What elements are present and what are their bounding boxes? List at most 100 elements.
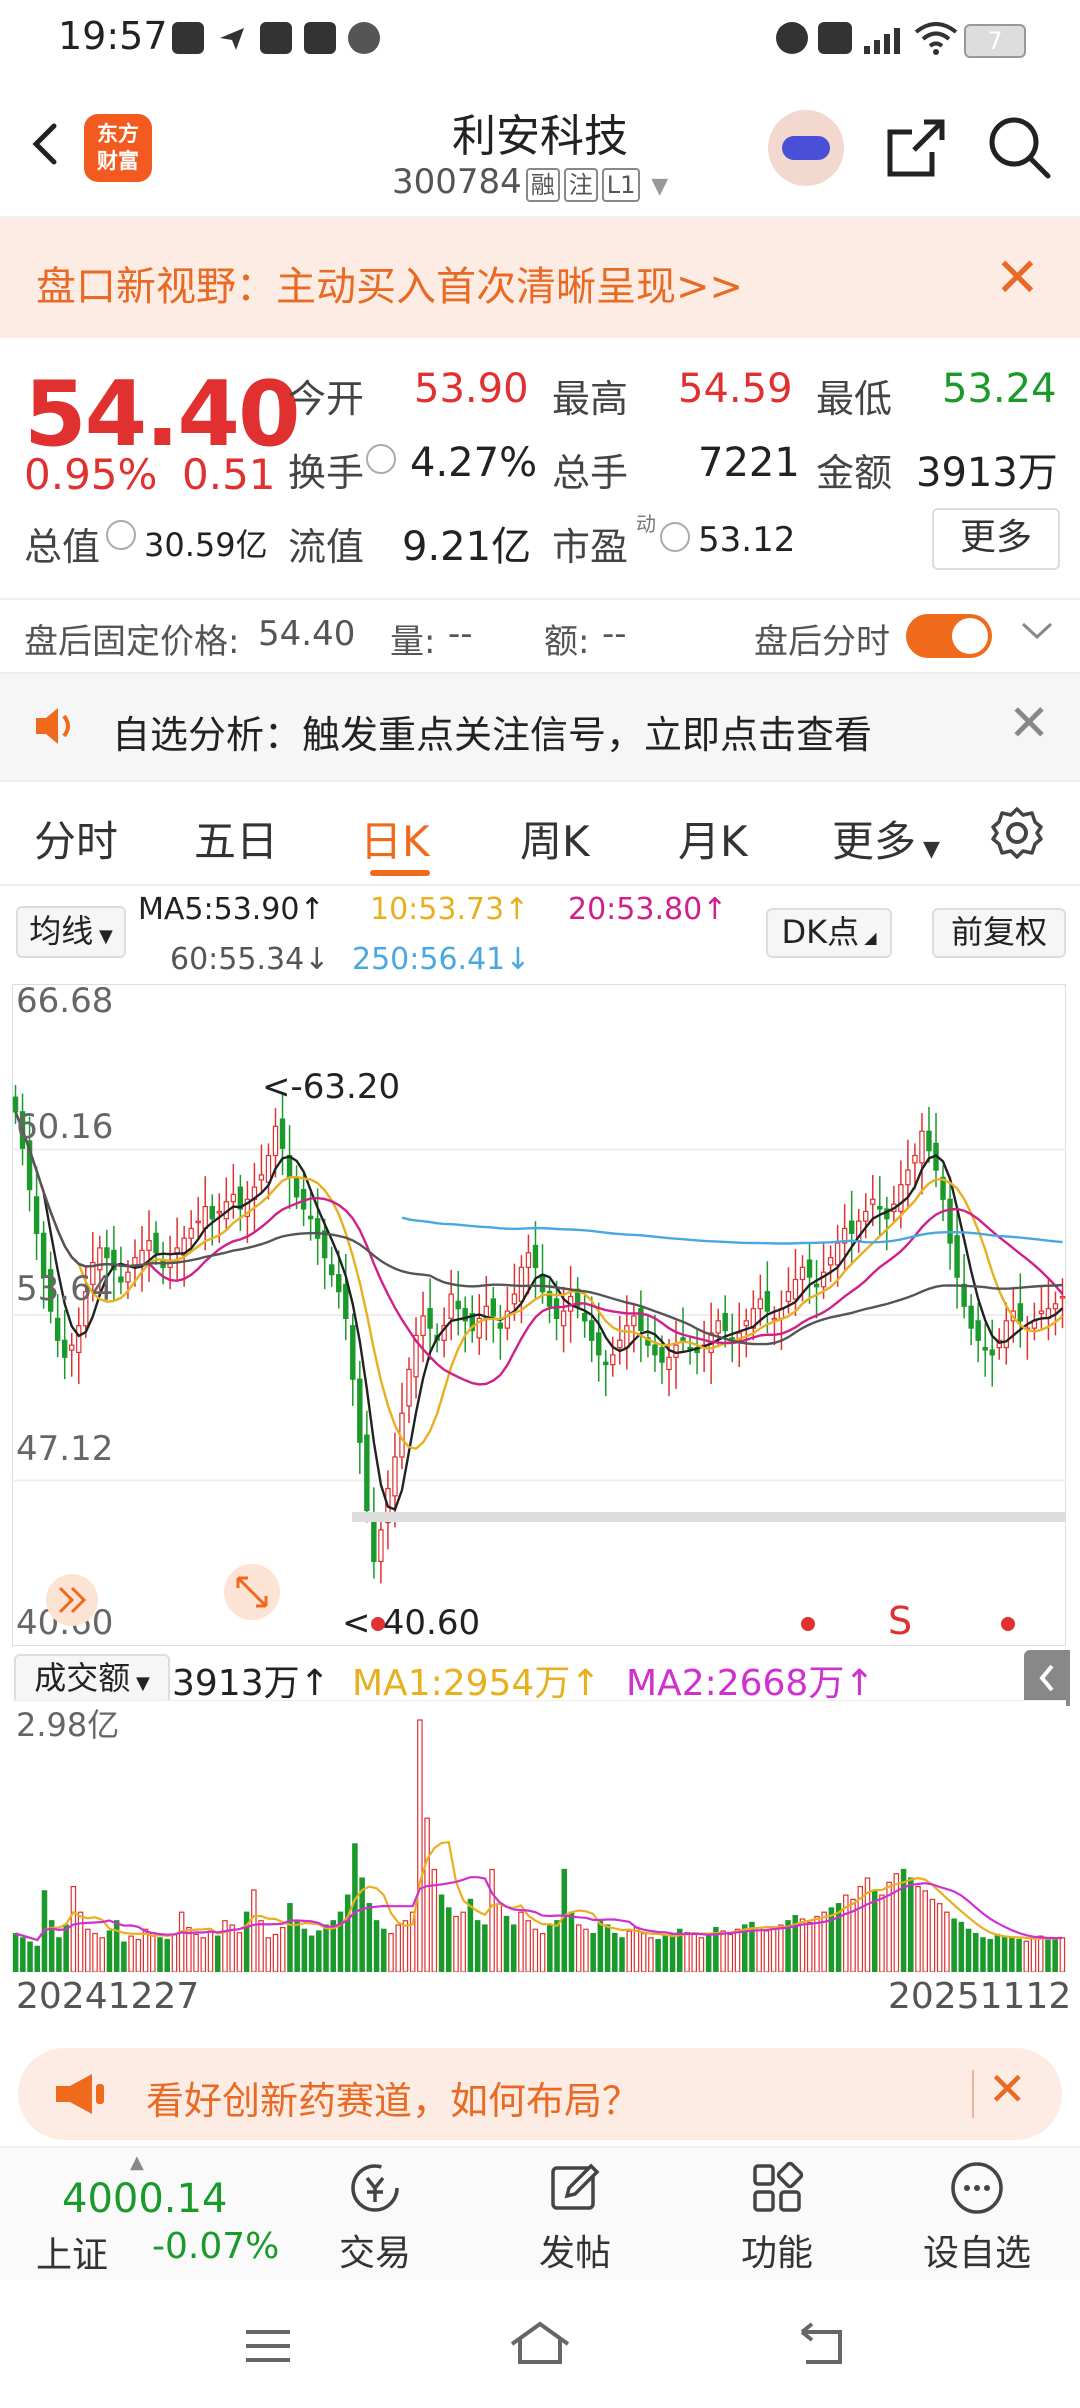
volume-bar <box>691 1933 697 1972</box>
dk-point-button[interactable]: DK点 ◢ <box>766 908 892 958</box>
bottom-promo-banner[interactable]: 看好创新药赛道，如何布局？ ✕ <box>18 2048 1062 2140</box>
candle-body <box>448 1293 454 1320</box>
more-button[interactable]: 更多 <box>932 508 1060 570</box>
candle-body <box>216 1210 222 1214</box>
notification-icon <box>172 22 204 54</box>
status-bar: 19:57 7 <box>0 0 1080 80</box>
ai-assistant-avatar[interactable] <box>768 110 844 186</box>
ma-selector-label: 均线 <box>29 912 94 950</box>
candle-body <box>813 1283 820 1288</box>
adjust-button[interactable]: 前复权 <box>932 908 1066 958</box>
candle-body <box>314 1218 321 1239</box>
fixed-price-label: 盘后固定价格: <box>24 622 240 662</box>
collapse-arrow-icon[interactable] <box>1024 1650 1070 1706</box>
back-nav-icon[interactable] <box>796 2322 846 2372</box>
nav-post-label: 发帖 <box>538 2233 611 2274</box>
chevron-down-icon[interactable] <box>1020 620 1054 646</box>
promo-banner[interactable]: 盘口新视野：主动买入首次清晰呈现>> ✕ <box>0 218 1080 338</box>
candle-body <box>139 1249 145 1266</box>
tab-daily-k[interactable]: 日K <box>360 808 430 869</box>
after-hours-row: 盘后固定价格: 54.40 量: -- 额: -- 盘后分时 <box>0 598 1080 676</box>
analysis-banner[interactable]: 自选分析：触发重点关注信号，立即点击查看 ✕ <box>0 672 1080 782</box>
info-icon[interactable] <box>366 444 396 474</box>
grid-icon <box>753 2161 804 2212</box>
sell-signal: S <box>888 1599 912 1643</box>
tab-more-label: 更多 <box>832 817 917 866</box>
share-icon[interactable] <box>884 116 948 184</box>
volume-indicator-selector[interactable]: 成交额 ▼ <box>14 1654 170 1704</box>
volume-bar <box>294 1920 300 1972</box>
nav-post[interactable]: 发帖 <box>510 2160 640 2276</box>
expand-up-icon[interactable]: ▲ <box>130 2152 144 2173</box>
tab-five-day[interactable]: 五日 <box>194 808 278 869</box>
ma60-value: 60:55.34↓ <box>170 942 330 977</box>
search-icon[interactable] <box>986 114 1052 184</box>
candle-body <box>146 1240 152 1251</box>
candle-body <box>919 1130 925 1164</box>
volume-bar <box>171 1933 178 1972</box>
volume-bar <box>157 1937 163 1972</box>
volume-bar <box>799 1918 806 1972</box>
y-tick-label: 66.68 <box>16 984 113 1021</box>
volume-bar <box>70 1885 77 1972</box>
candle-body <box>118 1276 124 1283</box>
candle-body <box>680 1337 686 1341</box>
volume-bar <box>128 1935 134 1972</box>
volume-bar <box>77 1911 84 1972</box>
volume-bar <box>20 1937 26 1972</box>
candle-body <box>69 1344 75 1351</box>
volume-bar <box>1059 1937 1066 1972</box>
tab-intraday[interactable]: 分时 <box>34 808 118 869</box>
volume-bar <box>879 1894 885 1972</box>
info-icon[interactable] <box>660 522 690 552</box>
candle-body <box>371 1517 377 1563</box>
tab-monthly-k[interactable]: 月K <box>678 808 748 869</box>
index-value[interactable]: 4000.14 <box>62 2176 227 2222</box>
open-value: 53.90 <box>414 366 529 412</box>
back-arrow-icon[interactable] <box>22 120 70 168</box>
volume-bar <box>366 1903 373 1972</box>
ah-intraday-toggle[interactable] <box>906 614 992 658</box>
candle-body <box>666 1356 672 1371</box>
ma-selector[interactable]: 均线 ▼ <box>16 906 126 958</box>
megaphone-icon <box>52 2070 108 2122</box>
gear-icon[interactable] <box>990 806 1044 864</box>
candle-body <box>525 1252 532 1268</box>
volume-bar <box>229 1924 235 1972</box>
fullscreen-icon[interactable] <box>224 1564 280 1620</box>
volume-bar <box>965 1928 972 1972</box>
nav-functions[interactable]: 功能 <box>712 2160 842 2276</box>
close-icon[interactable]: ✕ <box>995 246 1040 309</box>
candle-body <box>427 1308 433 1329</box>
speaker-icon <box>32 702 80 754</box>
volume-latest: 3913万↑ <box>172 1663 330 1704</box>
high-annotation: <-63.20 <box>262 1067 400 1107</box>
volume-bar <box>908 1877 914 1972</box>
volume-bar <box>532 1928 539 1972</box>
candle-body <box>631 1315 637 1327</box>
candle-body <box>715 1320 721 1334</box>
close-icon[interactable]: ✕ <box>988 2062 1027 2116</box>
tab-weekly-k[interactable]: 周K <box>520 808 590 869</box>
candle-body <box>848 1220 855 1234</box>
ma20-value: 20:53.80↑ <box>568 892 728 927</box>
candlestick-chart[interactable]: 66.68 60.16 53.64 47.12 40.60 <-63.20 <-… <box>12 984 1066 1646</box>
volume-bar <box>1037 1935 1044 1972</box>
tab-more[interactable]: 更多 ▼ <box>832 808 940 869</box>
start-date: 20241227 <box>16 1976 200 2017</box>
home-icon[interactable] <box>508 2320 572 2370</box>
ma10-value: 10:53.73↑ <box>370 892 530 927</box>
dropdown-triangle-icon: ▼ <box>93 926 113 947</box>
volume-chart[interactable]: 2.98亿 <box>12 1700 1066 1972</box>
nav-add-watchlist[interactable]: 设自选 <box>912 2160 1042 2276</box>
candle-body <box>968 1305 974 1329</box>
volume-bar <box>554 1920 560 1972</box>
menu-icon[interactable] <box>244 2326 292 2370</box>
nav-trade[interactable]: 交易 <box>310 2160 440 2276</box>
y-tick-label: 53.64 <box>16 1269 113 1309</box>
info-icon[interactable] <box>106 520 136 550</box>
nav-functions-label: 功能 <box>740 2233 813 2274</box>
expand-right-icon[interactable] <box>46 1574 98 1626</box>
close-icon[interactable]: ✕ <box>1008 694 1050 752</box>
stock-code-row[interactable]: 300784 融注 L1 ▼ <box>392 162 668 202</box>
